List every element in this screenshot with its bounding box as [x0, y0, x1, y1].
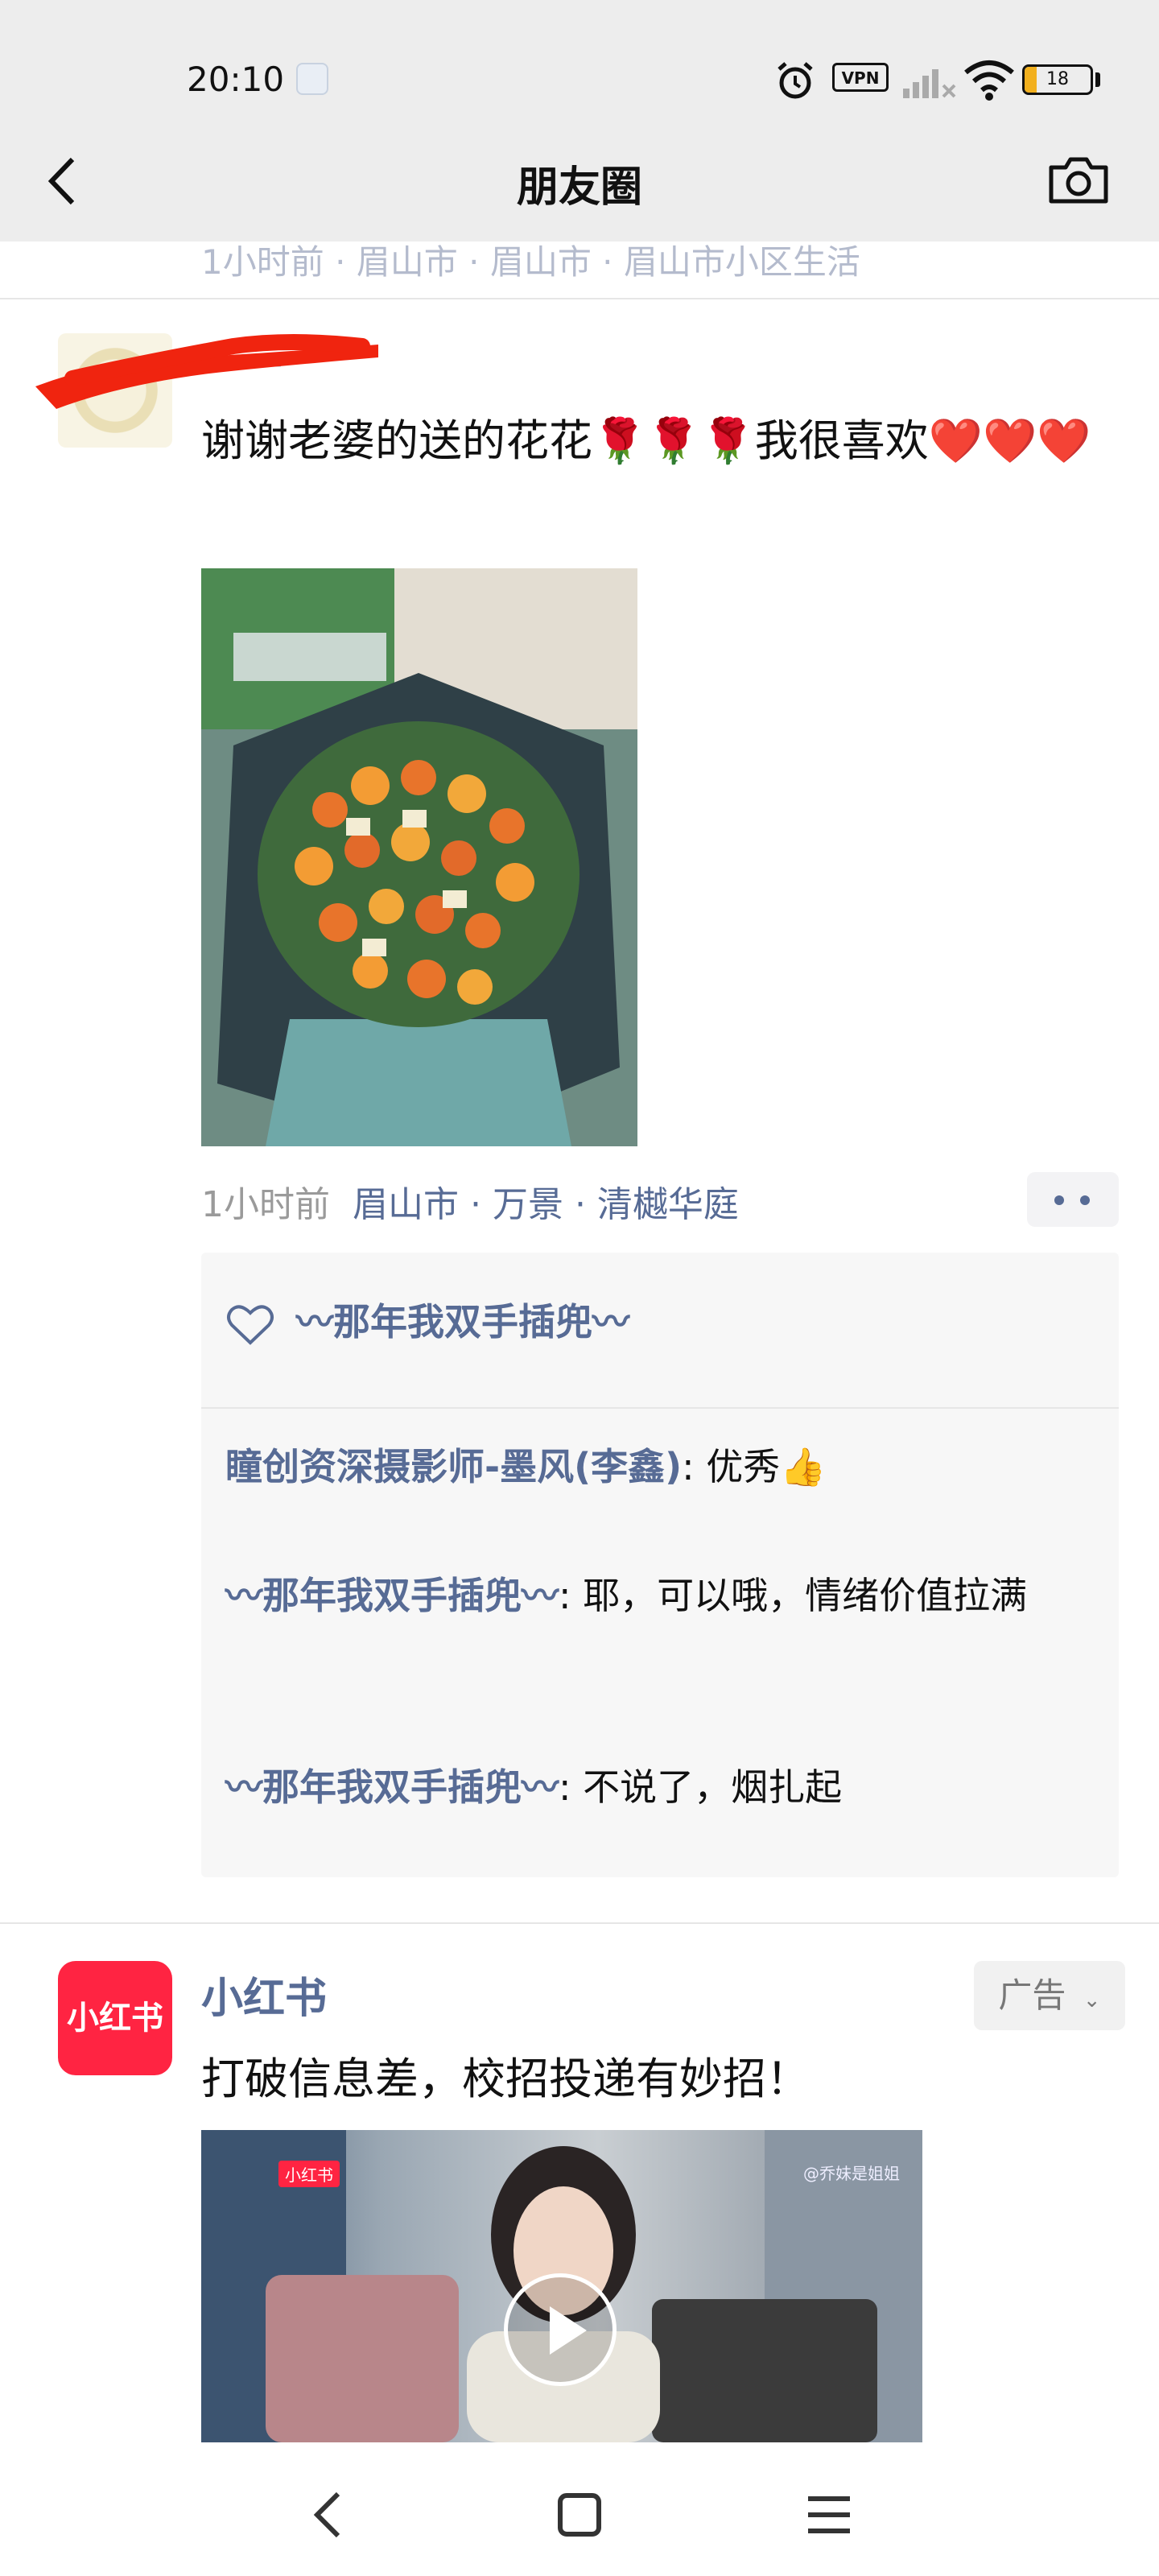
status-time: 20:10 [187, 60, 285, 99]
notification-icon [296, 63, 328, 95]
liker-name[interactable]: 〰那年我双手插兜〰 [296, 1300, 629, 1344]
play-icon[interactable] [504, 2273, 617, 2386]
post-time: 1小时前 [201, 1184, 330, 1225]
heart-icon [227, 1304, 274, 1345]
comment-author[interactable]: 〰那年我双手插兜〰 [225, 1574, 559, 1617]
comment-text: : 耶，可以哦，情绪价值拉满 [559, 1574, 1028, 1617]
post-meta: 1小时前 眉山市 · 万景 · 清樾华庭 [201, 1175, 739, 1227]
comment-item[interactable]: 〰那年我双手插兜〰: 耶，可以哦，情绪价值拉满 [225, 1560, 1103, 1631]
nav-back-button[interactable] [298, 2483, 362, 2547]
wifi-icon [964, 60, 1014, 101]
chevron-down-icon: ⌄ [1083, 1988, 1101, 2013]
comment-author[interactable]: 〰那年我双手插兜〰 [225, 1765, 559, 1809]
post-divider [0, 298, 1159, 299]
battery-level: 18 [1046, 69, 1069, 89]
battery-icon: 18 [1022, 64, 1093, 95]
previous-post-text: 1小时前 · 眉山市 · 眉山市 · 眉山市小区生活 [201, 242, 860, 282]
ad-video[interactable]: 小红书 @乔妹是姐姐 [201, 2130, 922, 2442]
previous-post-remnant: 1小时前 · 眉山市 · 眉山市 · 眉山市小区生活 [0, 242, 1159, 298]
redaction-scribble [35, 334, 378, 409]
more-actions-button[interactable] [1027, 1172, 1119, 1227]
nav-home-button[interactable] [547, 2483, 612, 2547]
likes-row: 〰那年我双手插兜〰 [225, 1293, 629, 1349]
video-watermark: @乔妹是姐姐 [803, 2164, 900, 2183]
comment-item[interactable]: 〰那年我双手插兜〰: 不说了，烟扎起 [225, 1752, 1103, 1823]
ad-text: 打破信息差，校招投递有妙招！ [201, 2054, 810, 2104]
post-divider [0, 1922, 1159, 1924]
nav-menu-button[interactable] [797, 2483, 861, 2547]
status-icons: VPN 18 [773, 55, 1111, 103]
page-title: 朋友圈 [516, 163, 642, 212]
comment-text: : 不说了，烟扎起 [559, 1765, 843, 1809]
comment-box: 〰那年我双手插兜〰 瞳创资深摄影师-墨风(李鑫): 优秀👍 〰那年我双手插兜〰:… [201, 1253, 1119, 1877]
post-location[interactable]: 眉山市 · 万景 · 清樾华庭 [353, 1184, 739, 1225]
battery-cap [1095, 72, 1100, 87]
comment-item[interactable]: 瞳创资深摄影师-墨风(李鑫): 优秀👍 [225, 1431, 1103, 1502]
ad-logo[interactable]: 小红书 [58, 1961, 172, 2075]
flower-bouquet-image [201, 568, 637, 1146]
comment-divider [201, 1407, 1119, 1409]
system-nav-bar [0, 2447, 1159, 2576]
title-bar: 朋友圈 [0, 121, 1159, 242]
comment-text: : 优秀👍 [682, 1445, 827, 1488]
ad-tag-button[interactable]: 广告 ⌄ [974, 1961, 1125, 2030]
signal-icon [903, 69, 956, 98]
video-logo: 小红书 [278, 2161, 340, 2187]
alarm-icon [777, 62, 813, 99]
post-text: 谢谢老婆的送的花花🌹🌹🌹我很喜欢❤️❤️❤️ [201, 415, 1091, 466]
camera-button[interactable] [1046, 151, 1111, 208]
status-bar: 20:10 VPN 18 [0, 0, 1159, 121]
ad-name[interactable]: 小红书 [201, 1964, 327, 2025]
ad-tag-label: 广告 [998, 1975, 1066, 2015]
vpn-badge: VPN [832, 63, 889, 92]
post-photo-flowers[interactable] [201, 568, 637, 1146]
comment-author[interactable]: 瞳创资深摄影师-墨风(李鑫) [225, 1445, 682, 1488]
